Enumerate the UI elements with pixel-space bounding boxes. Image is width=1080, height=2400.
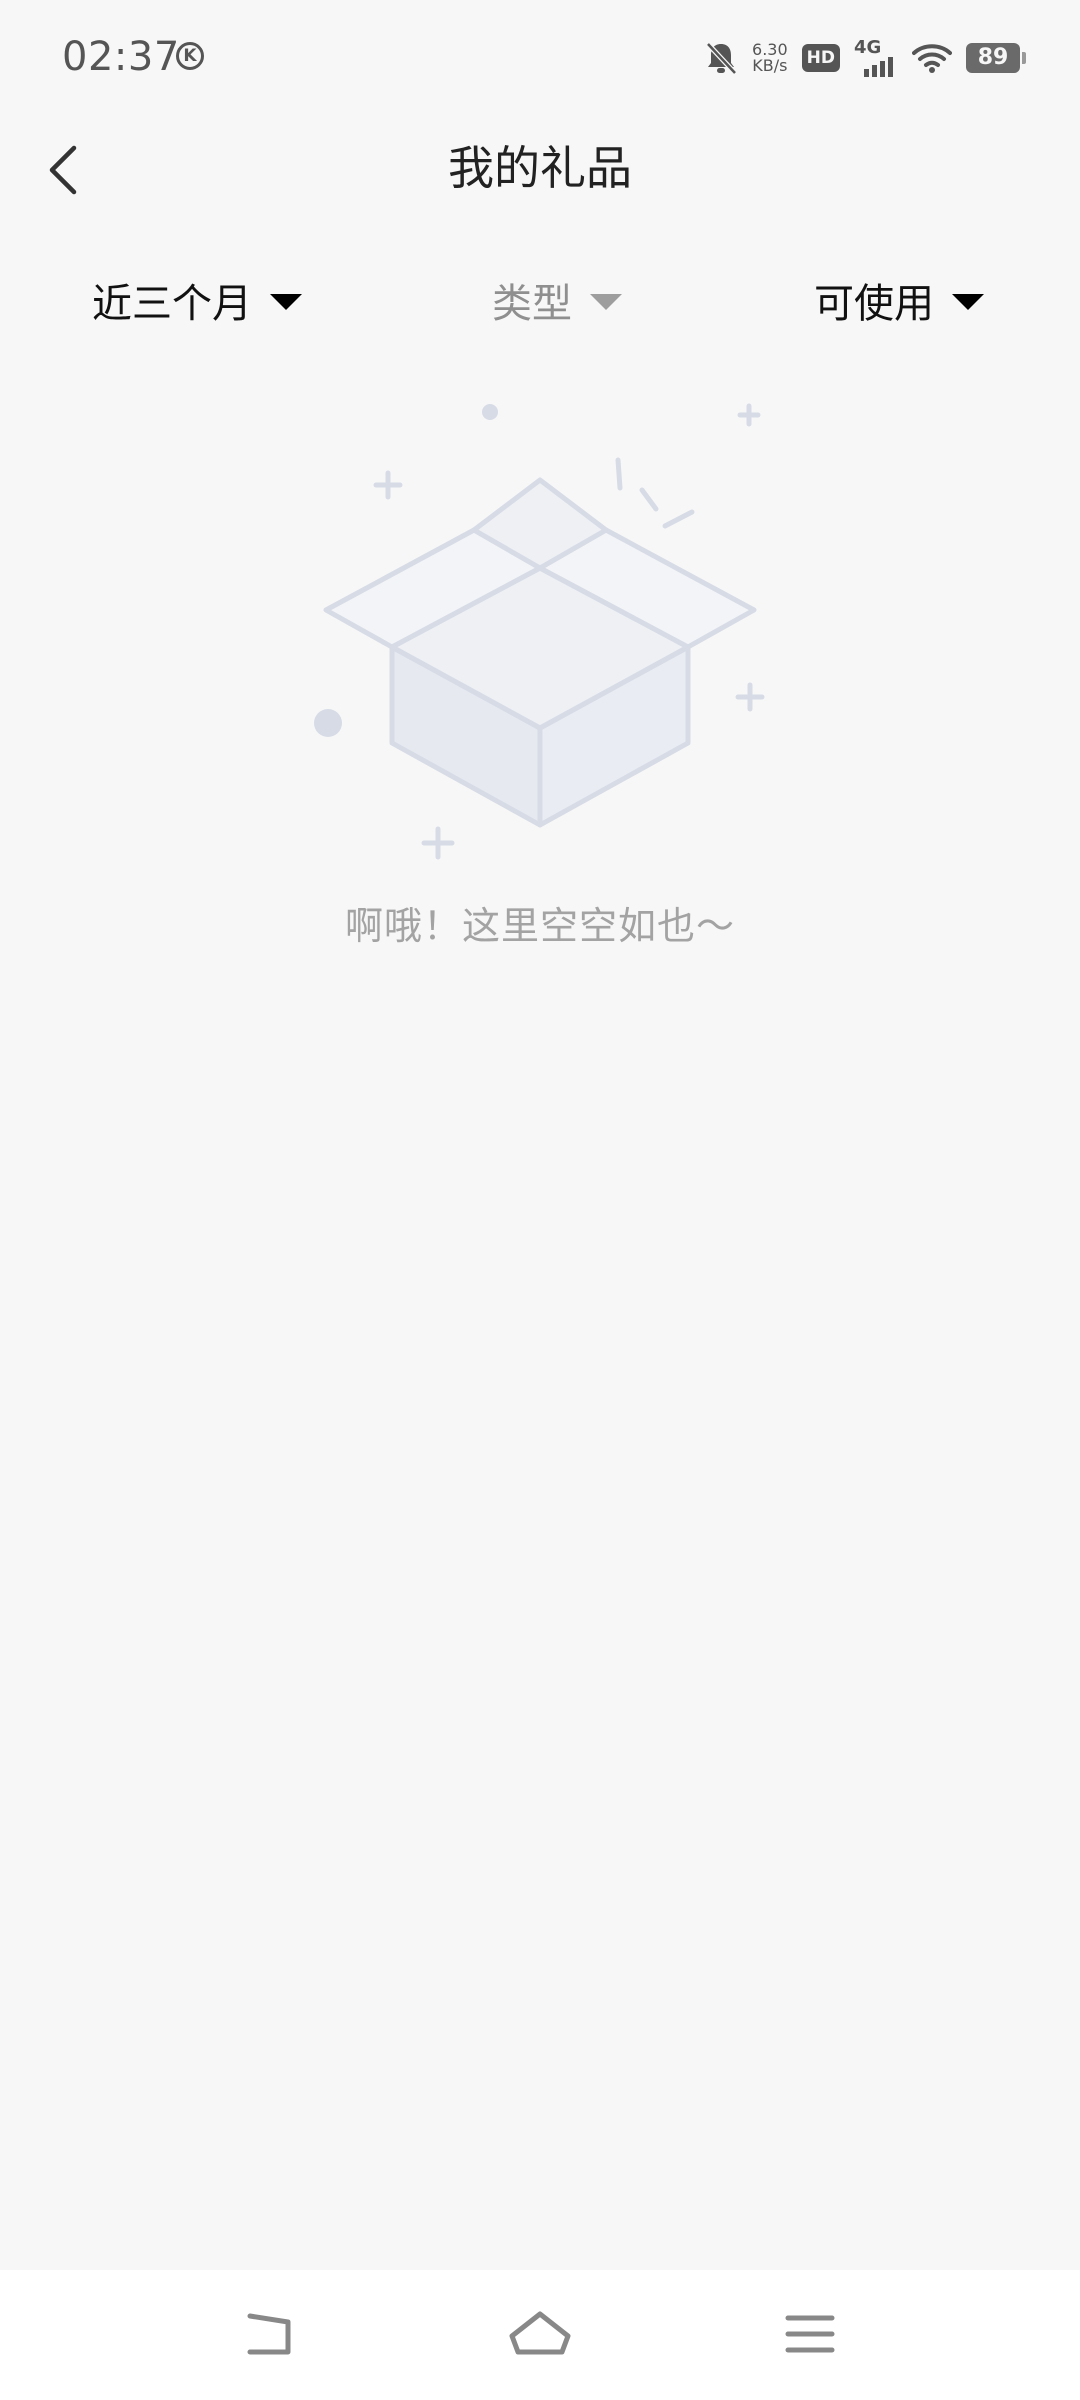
time-range-filter[interactable]: 近三个月 bbox=[92, 260, 302, 340]
page-title: 我的礼品 bbox=[448, 141, 632, 195]
status-label: 可使用 bbox=[814, 281, 934, 327]
hd-icon: HD bbox=[801, 44, 840, 72]
header: 我的礼品 bbox=[0, 120, 1080, 220]
system-nav-bar bbox=[0, 2270, 1080, 2400]
status-bar: 02:37 K 6.30 KB/s HD 4G 89 bbox=[0, 0, 1080, 120]
caret-down-icon bbox=[270, 294, 302, 310]
mute-bell-icon bbox=[706, 42, 737, 75]
caret-down-icon bbox=[952, 294, 984, 310]
status-filter[interactable]: 可使用 bbox=[814, 260, 984, 340]
status-icons: 6.30 KB/s HD 4G 89 bbox=[704, 34, 1026, 82]
type-filter[interactable]: 类型 bbox=[492, 260, 622, 340]
back-arrow-icon bbox=[247, 2313, 291, 2355]
speed-unit: KB/s bbox=[752, 56, 788, 75]
nav-back-button[interactable] bbox=[234, 2300, 306, 2372]
battery-icon: 89 bbox=[966, 43, 1026, 73]
status-time: 02:37 bbox=[62, 34, 180, 80]
cellular-signal-icon: 4G bbox=[854, 39, 898, 77]
network-type-label: 4G bbox=[854, 37, 882, 58]
empty-box-icon bbox=[314, 403, 765, 860]
filter-bar: 近三个月 类型 可使用 bbox=[0, 260, 1080, 340]
wifi-icon bbox=[912, 44, 952, 73]
nav-menu-button[interactable] bbox=[774, 2300, 846, 2372]
network-speed: 6.30 KB/s bbox=[752, 42, 788, 74]
type-label: 类型 bbox=[492, 281, 572, 327]
home-icon bbox=[509, 2311, 571, 2355]
nav-home-button[interactable] bbox=[504, 2300, 576, 2372]
empty-state-message: 啊哦！这里空空如也～ bbox=[344, 904, 735, 948]
menu-icon bbox=[785, 2315, 835, 2353]
carrier-k-icon: K bbox=[176, 42, 204, 70]
time-range-label: 近三个月 bbox=[92, 281, 252, 327]
caret-down-icon bbox=[590, 294, 622, 310]
